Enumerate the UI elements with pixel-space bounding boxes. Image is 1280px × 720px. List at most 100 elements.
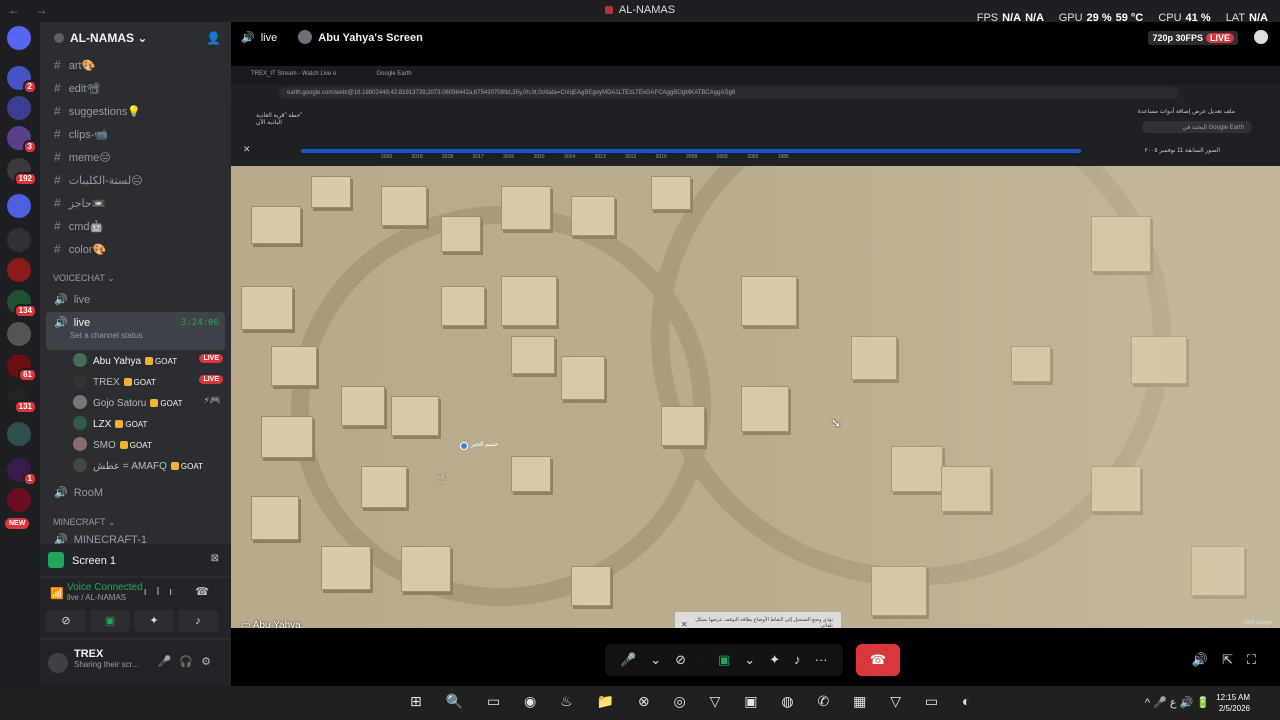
voice-member[interactable]: SMO GOAT [40, 434, 231, 455]
channel-suggestions[interactable]: # suggestions💡 [40, 100, 231, 123]
hand-cursor-icon: ☝ [437, 470, 446, 486]
server-icon[interactable]: 3 [7, 126, 37, 154]
call-duration: 3:24:06 [181, 318, 219, 328]
camera-off-button[interactable]: ⊘ [46, 610, 86, 632]
channel-meme[interactable]: # meme😑 [40, 146, 231, 169]
avatar [73, 437, 87, 451]
close-icon: ✕ [243, 144, 251, 154]
server-icon[interactable]: 192 [7, 158, 37, 186]
hash-icon: # [54, 81, 61, 95]
avatar [298, 30, 313, 44]
screen-share-button[interactable]: ▣ [90, 610, 130, 632]
server-icon[interactable] [7, 322, 31, 346]
speaker-icon: 🔊 [54, 487, 68, 499]
view-controls[interactable]: 🔊⇱⛶ [1192, 652, 1270, 668]
server-header[interactable]: AL-NAMAS ⌄ 👤 [40, 22, 231, 54]
stream-quality: 720p 30FPS LIVE [1148, 31, 1238, 45]
more-icon[interactable]: ··· [815, 652, 828, 667]
system-tray[interactable]: ^ 🎤 ع 🔊 🔋 [1145, 696, 1210, 709]
clock[interactable]: 12:15 AM 2/5/2026 [1216, 692, 1250, 714]
activities-button[interactable]: ✦ [134, 610, 174, 632]
avatar [73, 374, 87, 388]
server-icon[interactable] [7, 228, 31, 252]
avatar[interactable] [48, 653, 68, 673]
google-earth-toolbar: حطة "قرية العادية" البادية الآن ملف تعديل… [231, 104, 1280, 166]
chat-icon[interactable] [1254, 30, 1268, 44]
voice-member[interactable]: Abu Yahya GOAT LIVE [40, 350, 231, 371]
voice-channel-room[interactable]: 🔊 RooM [40, 482, 231, 505]
server-icon[interactable] [7, 488, 31, 512]
voice-channel-live[interactable]: 🔊 live [40, 289, 231, 312]
screen-share-icon [48, 552, 64, 568]
voice-panel-icons[interactable]: ılı ☎ [144, 585, 219, 598]
server-icon[interactable]: 2 [7, 66, 37, 94]
server-icon[interactable]: 61 [7, 354, 37, 382]
app-icon [604, 6, 613, 14]
windows-taskbar: ⊞ 🔍 ▭ ◉ ♨ 📁 ⊗ ◎ ▽ ▣ ◍ ✆ ▦ ▽ ▭ ◐ ^ 🎤 ع 🔊 … [0, 686, 1280, 720]
chevron-down-icon[interactable]: ⌄ [744, 652, 755, 667]
speaker-icon: 🔊 [54, 317, 68, 329]
voice-member[interactable]: TREX GOAT LIVE [40, 371, 231, 392]
server-icon[interactable]: 131 [7, 386, 37, 414]
server-icon[interactable] [7, 422, 31, 446]
microphone-icon[interactable]: 🎤 [620, 652, 636, 667]
satellite-image: حسم الخير ☝ ➘ ✕ يؤدي وضع التسجيل إلى التق… [231, 166, 1280, 628]
channel-clips[interactable]: # clips-📹 [40, 123, 231, 146]
category-voicechat[interactable]: VOICECHAT ⌄ [40, 269, 231, 289]
channel-clips-list[interactable]: # لستة-الكليبات😑 [40, 169, 231, 192]
image-haze [231, 166, 1280, 628]
voice-member[interactable]: LZX GOAT [40, 413, 231, 434]
channel-status[interactable]: Set a channel status [70, 331, 217, 340]
screen-share-bar[interactable]: Screen 1 ⊠ [40, 544, 231, 576]
hash-icon: # [54, 196, 61, 210]
voice-member[interactable]: عطش = AMAFQ GOAT [40, 455, 231, 476]
voice-member[interactable]: Gojo Satoru GOAT ⚡🎮 [40, 392, 231, 413]
address-bar: earth.google.com/web/@18.18902449,42.819… [279, 87, 1179, 99]
avatar [73, 416, 87, 430]
user-controls[interactable]: 🎤🎧⚙ [158, 655, 219, 668]
voice-action-buttons: ⊘ ▣ ✦ ♪ [40, 608, 231, 638]
server-icon [54, 33, 64, 43]
activities-icon[interactable]: ✦ [769, 652, 780, 667]
soundboard-icon[interactable]: ♪ [794, 652, 801, 667]
role-tag: GOAT [170, 462, 203, 471]
voice-channel-live-active[interactable]: 🔊 live 3:24:06 Set a channel status [46, 312, 225, 350]
place-pin-icon [460, 442, 468, 450]
server-icon[interactable] [7, 258, 31, 282]
role-tag: GOAT [145, 357, 177, 366]
server-icon[interactable] [7, 96, 31, 120]
invite-icon[interactable]: 👤 [206, 31, 221, 45]
channel-color[interactable]: # color🎨 [40, 238, 231, 261]
server-icon[interactable]: 1 [7, 458, 37, 486]
new-badge: NEW [5, 518, 30, 529]
role-tag: GOAT [150, 399, 182, 408]
arrow-cursor-icon: ➘ [831, 416, 842, 430]
map-credit: 1005 Google [1243, 620, 1272, 626]
server-icon[interactable]: 134 [7, 290, 37, 318]
disconnect-button[interactable]: ☎ [856, 644, 900, 676]
signal-icon: 📶 [50, 588, 64, 600]
category-minecraft[interactable]: MINECRAFT ⌄ [40, 513, 231, 533]
chevron-down-icon[interactable]: ⌄ [650, 652, 661, 667]
channel-art[interactable]: # art🎨 [40, 54, 231, 77]
taskbar-apps[interactable]: ⊞ 🔍 ▭ ◉ ♨ 📁 ⊗ ◎ ▽ ▣ ◍ ✆ ▦ ▽ ▭ ◐ [410, 693, 981, 710]
channel-barrier[interactable]: # حاجز📼 [40, 192, 231, 215]
screen-share-icon[interactable]: ▣ [718, 652, 730, 667]
close-icon[interactable]: ✕ [681, 620, 688, 628]
call-controls: 🎤 ⌄ ⊘ ⌄ ▣ ⌄ ✦ ♪ ··· ☎ 🔊⇱⛶ [231, 636, 1280, 686]
shared-browser: TREX_IT Stream - Watch Live o Google Eart… [231, 66, 1280, 166]
channel-edit[interactable]: # edit📽 [40, 77, 231, 100]
channel-cmd[interactable]: # cmd🤖 [40, 215, 231, 238]
stop-share-icon[interactable]: ⊠ [211, 553, 219, 564]
stream-notification[interactable]: ✕ يؤدي وضع التسجيل إلى التقاط الأوضاع بطا… [675, 612, 841, 628]
server-folder-icon[interactable] [7, 194, 31, 218]
soundboard-button[interactable]: ♪ [178, 610, 218, 632]
earth-search: البحث في Google Earth [1142, 121, 1252, 133]
hash-icon: # [54, 173, 61, 187]
discord-home-icon[interactable] [7, 26, 31, 50]
user-panel: TREX Sharing their scr... 🎤🎧⚙ [40, 640, 231, 686]
place-title: حطة "قرية العادية" البادية الآن [256, 113, 303, 126]
camera-off-icon[interactable]: ⊘ [675, 652, 686, 667]
share-activity-group: ▣ ⌄ ✦ ♪ ··· [703, 644, 843, 676]
earth-menu: ملف تعديل عرض إضافة أدوات مساعدة [1137, 109, 1235, 115]
